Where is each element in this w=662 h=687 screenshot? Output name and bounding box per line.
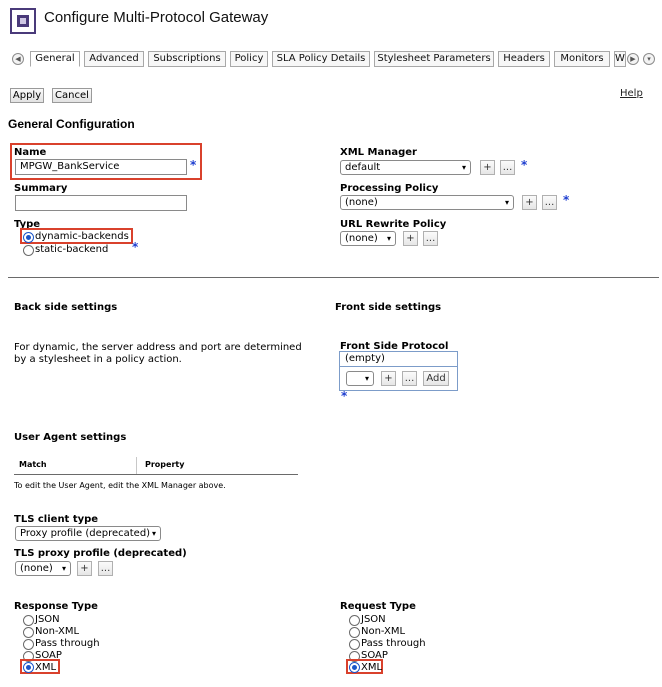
user-agent-column-separator — [136, 457, 137, 474]
tls-proxy-profile-label: TLS proxy profile (deprecated) — [14, 548, 187, 559]
front-side-protocol-new-button[interactable]: + — [381, 371, 396, 386]
user-agent-column-match: Match — [19, 460, 47, 469]
tab-subscriptions[interactable]: Subscriptions — [148, 51, 226, 67]
tab-scroll-right-icon[interactable]: ▶ — [627, 53, 639, 65]
name-input[interactable]: MPGW_BankService — [15, 159, 187, 175]
front-side-protocol-divider — [339, 366, 458, 367]
back-side-settings-title: Back side settings — [14, 302, 118, 313]
request-type-json-label: JSON — [361, 614, 386, 625]
front-side-protocol-empty: (empty) — [345, 353, 385, 364]
processing-policy-edit-button[interactable]: ... — [542, 195, 557, 210]
request-type-pass-through-radio[interactable] — [349, 639, 360, 650]
tls-proxy-profile-select[interactable]: (none) ▾ — [15, 561, 71, 576]
processing-policy-add-button[interactable]: + — [522, 195, 537, 210]
url-rewrite-policy-select[interactable]: (none) ▾ — [340, 231, 396, 246]
xml-manager-edit-button[interactable]: ... — [500, 160, 515, 175]
xml-manager-add-button[interactable]: + — [480, 160, 495, 175]
url-rewrite-policy-edit-button[interactable]: ... — [423, 231, 438, 246]
xml-manager-select[interactable]: default ▾ — [340, 160, 471, 175]
chevron-down-icon: ▾ — [364, 374, 369, 383]
help-link[interactable]: Help — [620, 88, 643, 99]
tab-policy[interactable]: Policy — [230, 51, 268, 67]
front-side-protocol-select[interactable]: ▾ — [346, 371, 374, 386]
user-agent-note: To edit the User Agent, edit the XML Man… — [14, 481, 226, 490]
general-configuration-title: General Configuration — [8, 117, 135, 131]
chevron-down-icon: ▾ — [504, 198, 509, 207]
tls-client-type-label: TLS client type — [14, 514, 99, 525]
user-agent-settings-title: User Agent settings — [14, 432, 127, 443]
chevron-down-icon: ▾ — [386, 234, 391, 243]
type-required-marker: * — [132, 240, 139, 254]
response-type-json-label: JSON — [35, 614, 60, 625]
response-type-json-radio[interactable] — [23, 615, 34, 626]
tls-proxy-profile-add-button[interactable]: + — [77, 561, 92, 576]
processing-policy-required-marker: * — [563, 193, 570, 207]
tls-proxy-profile-edit-button[interactable]: ... — [98, 561, 113, 576]
user-agent-table-divider — [14, 474, 298, 475]
type-dynamic-backends-radio[interactable] — [23, 232, 34, 243]
request-type-json-radio[interactable] — [349, 615, 360, 626]
type-dynamic-backends-label: dynamic-backends — [35, 231, 129, 242]
processing-policy-value: (none) — [345, 197, 378, 208]
user-agent-column-property: Property — [145, 460, 185, 469]
tls-client-type-value: Proxy profile (deprecated) — [20, 528, 151, 539]
response-type-non-xml-label: Non-XML — [35, 626, 80, 637]
summary-label: Summary — [14, 183, 68, 194]
xml-manager-label: XML Manager — [340, 147, 417, 158]
gateway-icon — [10, 8, 36, 34]
processing-policy-select[interactable]: (none) ▾ — [340, 195, 514, 210]
type-static-backend-label: static-backend — [35, 244, 109, 255]
chevron-down-icon: ▾ — [61, 564, 66, 573]
chevron-down-icon: ▾ — [151, 529, 156, 538]
tab-stylesheet-parameters[interactable]: Stylesheet Parameters — [374, 51, 494, 67]
response-type-xml-label: XML — [35, 662, 57, 673]
response-type-label: Response Type — [14, 601, 98, 612]
tab-sla-policy-details[interactable]: SLA Policy Details — [272, 51, 370, 67]
cancel-button[interactable]: Cancel — [52, 88, 92, 103]
type-static-backend-radio[interactable] — [23, 245, 34, 256]
url-rewrite-policy-add-button[interactable]: + — [403, 231, 418, 246]
tab-headers[interactable]: Headers — [498, 51, 550, 67]
request-type-non-xml-radio[interactable] — [349, 627, 360, 638]
tab-menu-icon[interactable]: ▾ — [643, 53, 655, 65]
processing-policy-label: Processing Policy — [340, 183, 439, 194]
request-type-pass-through-label: Pass through — [361, 638, 426, 649]
tab-advanced[interactable]: Advanced — [84, 51, 144, 67]
response-type-pass-through-label: Pass through — [35, 638, 100, 649]
tab-general[interactable]: General — [30, 51, 80, 67]
tab-scroll-left-icon[interactable]: ◀ — [12, 53, 24, 65]
front-side-settings-title: Front side settings — [335, 302, 442, 313]
url-rewrite-policy-label: URL Rewrite Policy — [340, 219, 447, 230]
url-rewrite-policy-value: (none) — [345, 233, 378, 244]
apply-button[interactable]: Apply — [10, 88, 44, 103]
xml-manager-required-marker: * — [521, 158, 528, 172]
front-side-protocol-add-button[interactable]: Add — [423, 371, 449, 386]
xml-manager-value: default — [345, 162, 381, 173]
tab-monitors[interactable]: Monitors — [554, 51, 610, 67]
request-type-xml-label: XML — [361, 662, 383, 673]
tls-client-type-select[interactable]: Proxy profile (deprecated) ▾ — [15, 526, 161, 541]
name-required-marker: * — [190, 158, 197, 172]
back-side-description: For dynamic, the server address and port… — [14, 342, 302, 365]
response-type-pass-through-radio[interactable] — [23, 639, 34, 650]
page-title: Configure Multi-Protocol Gateway — [44, 9, 269, 26]
front-side-protocol-edit-button[interactable]: ... — [402, 371, 417, 386]
request-type-xml-radio[interactable] — [349, 662, 360, 673]
request-type-non-xml-label: Non-XML — [361, 626, 406, 637]
summary-input[interactable] — [15, 195, 187, 211]
tab-truncated[interactable]: W — [614, 51, 626, 67]
tls-proxy-profile-value: (none) — [20, 563, 53, 574]
front-side-protocol-required-marker: * — [341, 389, 348, 403]
request-type-label: Request Type — [340, 601, 416, 612]
section-divider — [8, 277, 659, 278]
response-type-xml-radio[interactable] — [23, 662, 34, 673]
name-label: Name — [14, 147, 47, 158]
response-type-non-xml-radio[interactable] — [23, 627, 34, 638]
chevron-down-icon: ▾ — [461, 163, 466, 172]
